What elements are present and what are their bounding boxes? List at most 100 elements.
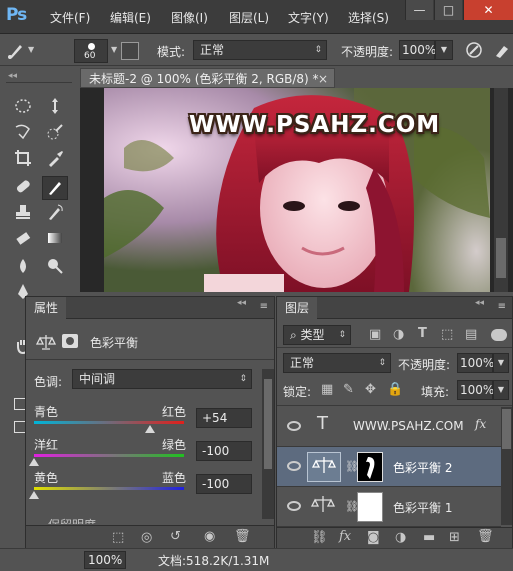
tone-select[interactable]: 中间调 ⇕	[72, 369, 252, 389]
canvas-vertical-scrollbar[interactable]	[494, 88, 508, 292]
filter-type-icon[interactable]: T	[418, 326, 427, 341]
clip-to-layer-icon[interactable]: ⬚	[112, 530, 124, 545]
collapse-panel-icon[interactable]: ◂◂	[475, 298, 484, 308]
collapse-panel-icon[interactable]: ◂◂	[237, 298, 246, 308]
layers-scrollbar[interactable]	[501, 407, 512, 525]
add-style-icon[interactable]: fx	[339, 529, 351, 544]
layer-mask-icon[interactable]	[62, 334, 78, 348]
close-window-button[interactable]: ✕	[463, 0, 513, 20]
eraser-tool-icon[interactable]	[10, 228, 36, 252]
filter-shape-icon[interactable]: ⬚	[441, 327, 453, 342]
zoom-input[interactable]: 100%	[84, 551, 126, 569]
blur-tool-icon[interactable]	[10, 256, 36, 280]
slider-magenta-green-value[interactable]: -100	[196, 441, 252, 461]
menu-type[interactable]: 文字(Y)	[288, 9, 329, 26]
filter-pixel-icon[interactable]: ▣	[369, 327, 381, 342]
filter-toggle[interactable]	[491, 329, 507, 341]
lock-all-icon[interactable]: 🔒	[387, 382, 403, 397]
airbrush-icon[interactable]	[492, 40, 512, 60]
reset-icon[interactable]: ↺	[170, 529, 181, 544]
blend-mode-select[interactable]: 正常 ⇕	[283, 353, 391, 373]
filter-adjustment-icon[interactable]: ◑	[393, 327, 404, 342]
quick-selection-tool-icon[interactable]	[42, 122, 68, 146]
visibility-eye-icon[interactable]: ◉	[204, 529, 215, 544]
fill-input[interactable]: 100%	[457, 380, 494, 400]
close-tab-icon[interactable]: ×	[318, 69, 328, 89]
gradient-tool-icon[interactable]	[42, 228, 68, 252]
properties-scrollbar[interactable]	[262, 369, 274, 519]
mask-thumbnail[interactable]	[357, 492, 383, 522]
trash-icon[interactable]: 🗑	[234, 529, 251, 544]
layer-opacity-input[interactable]: 100%	[457, 353, 494, 373]
history-brush-tool-icon[interactable]	[42, 202, 68, 226]
lock-transparent-icon[interactable]: ▦	[321, 382, 333, 397]
slider-cyan-red-value[interactable]: +54	[196, 408, 252, 428]
pressure-opacity-icon[interactable]	[464, 40, 484, 60]
mask-thumbnail[interactable]	[357, 452, 383, 482]
visibility-eye-icon[interactable]	[287, 501, 301, 511]
maximize-button[interactable]: □	[434, 0, 462, 20]
layer-row-color-balance-1[interactable]: ⛓ 色彩平衡 1	[277, 487, 501, 527]
view-previous-icon[interactable]: ◎	[141, 530, 152, 545]
slider-magenta-green-thumb[interactable]	[29, 458, 39, 466]
slider-cyan-red-thumb[interactable]	[144, 425, 155, 433]
menu-select[interactable]: 选择(S)	[348, 9, 389, 26]
slider-magenta-green-track[interactable]	[34, 454, 184, 457]
delete-layer-icon[interactable]: 🗑	[477, 529, 494, 544]
minimize-button[interactable]: —	[405, 0, 433, 20]
slider-cyan-red-track[interactable]	[34, 421, 184, 424]
brush-picker-dropdown-icon[interactable]: ▼	[111, 45, 117, 54]
add-mask-icon[interactable]: ◙	[367, 530, 380, 545]
visibility-eye-icon[interactable]	[287, 421, 301, 431]
layers-tab[interactable]: 图层	[277, 297, 318, 319]
scrollbar-thumb[interactable]	[496, 238, 506, 278]
healing-brush-tool-icon[interactable]	[10, 176, 36, 200]
brush-tool-icon-selected[interactable]	[42, 176, 68, 200]
visibility-eye-icon[interactable]	[287, 461, 301, 471]
link-layers-icon[interactable]: ⛓	[311, 530, 328, 545]
new-adjustment-icon[interactable]: ◑	[395, 530, 406, 545]
marquee-tool-icon[interactable]	[10, 96, 36, 120]
mode-select[interactable]: 正常 ⇕	[193, 40, 327, 60]
new-group-icon[interactable]: ▬	[423, 530, 435, 545]
fill-dropdown-icon[interactable]: ▼	[493, 380, 509, 400]
document-canvas-photo[interactable]: WWW.PSAHZ.COM	[104, 88, 490, 292]
opacity-input[interactable]: 100%	[399, 40, 436, 60]
menu-edit[interactable]: 编辑(E)	[110, 9, 151, 26]
lock-pixels-icon[interactable]: ✎	[343, 382, 354, 397]
layers-scrollbar-thumb[interactable]	[502, 409, 511, 449]
properties-tab[interactable]: 属性	[26, 297, 67, 319]
slider-yellow-blue-value[interactable]: -100	[196, 474, 252, 494]
brush-panel-toggle-icon[interactable]	[121, 42, 139, 60]
lock-position-icon[interactable]: ✥	[365, 382, 376, 397]
layers-panel: 图层 ◂◂ ≡ ⌕ 类型 ⇕ ▣ ◑ T ⬚ ▤ 正常 ⇕ 不透明度: 100%…	[276, 296, 513, 548]
clone-stamp-tool-icon[interactable]	[10, 202, 36, 226]
new-layer-icon[interactable]: ⊞	[449, 530, 460, 545]
layer-filter-select[interactable]: ⌕ 类型 ⇕	[283, 325, 351, 345]
brush-preset-picker[interactable]: 60	[74, 39, 108, 63]
tool-preset-dropdown-icon[interactable]: ▼	[28, 45, 34, 54]
move-tool-icon[interactable]	[42, 96, 68, 120]
properties-scrollbar-thumb[interactable]	[264, 379, 272, 469]
panel-menu-icon[interactable]: ≡	[260, 301, 268, 312]
filter-smart-object-icon[interactable]: ▤	[465, 327, 477, 342]
menu-layer[interactable]: 图层(L)	[229, 9, 269, 26]
brush-tool-icon[interactable]	[6, 40, 26, 60]
layer-opacity-dropdown-icon[interactable]: ▼	[493, 353, 509, 373]
menu-image[interactable]: 图像(I)	[171, 9, 208, 26]
eyedropper-tool-icon[interactable]	[42, 148, 68, 172]
opacity-dropdown-icon[interactable]: ▼	[435, 40, 453, 60]
layer-row-color-balance-2[interactable]: ⛓ 色彩平衡 2	[277, 447, 501, 487]
slider-yellow-blue-thumb[interactable]	[29, 491, 39, 499]
dodge-tool-icon[interactable]	[42, 256, 68, 280]
fx-icon[interactable]: fx	[475, 417, 486, 431]
collapse-toolbox-icon[interactable]: ◂◂	[8, 71, 17, 81]
crop-tool-icon[interactable]	[10, 148, 36, 172]
slider-yellow-blue-track[interactable]	[34, 487, 184, 490]
lasso-tool-icon[interactable]	[10, 122, 36, 146]
panel-menu-icon[interactable]: ≡	[498, 301, 506, 312]
document-info: 文档:518.2K/1.31M	[158, 554, 270, 568]
layer-row-text[interactable]: T WWW.PSAHZ.COM fx	[277, 407, 501, 447]
menu-file[interactable]: 文件(F)	[50, 9, 90, 26]
document-tab[interactable]: 未标题-2 @ 100% (色彩平衡 2, RGB/8) * ×	[80, 68, 335, 88]
